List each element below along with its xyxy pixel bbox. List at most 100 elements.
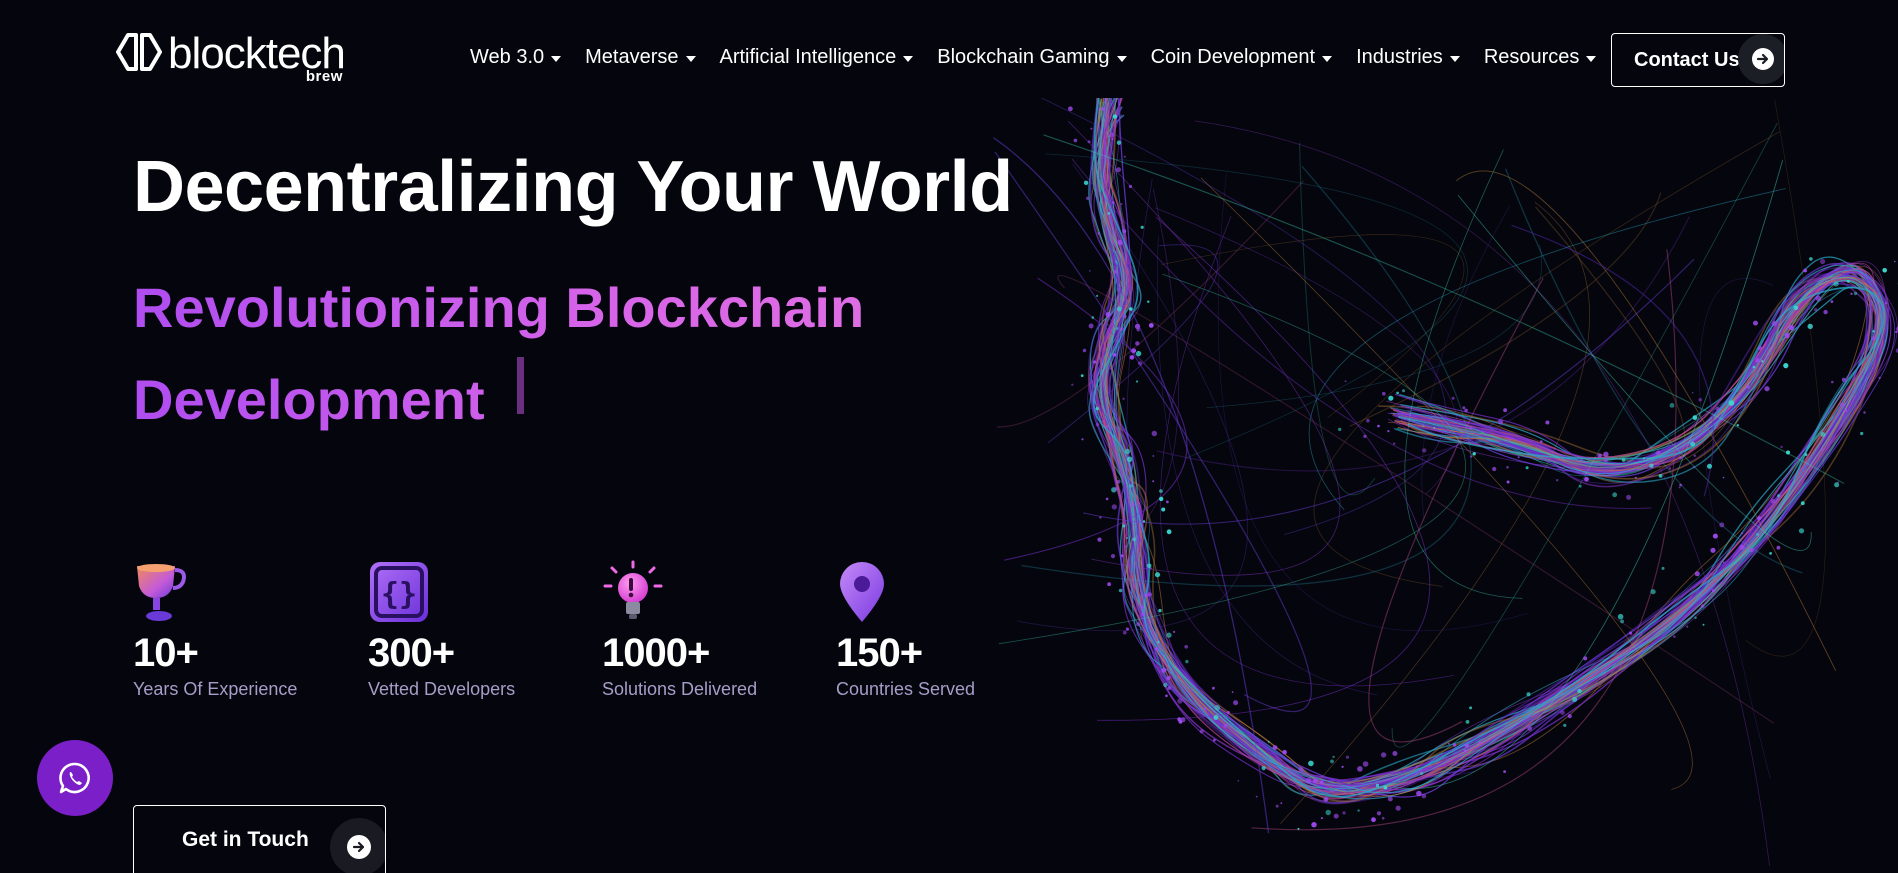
face-particle	[1577, 688, 1582, 694]
face-particle	[1694, 616, 1697, 619]
face-stray-line	[1299, 142, 1376, 496]
nav-item-coin-development[interactable]: Coin Development	[1151, 46, 1333, 69]
face-particle	[1560, 457, 1562, 460]
face-stray-line	[1368, 277, 1544, 743]
page: blocktech brew Web 3.0 Metaverse Artific…	[0, 0, 1898, 873]
face-line	[1092, 95, 1885, 798]
face-line	[1103, 98, 1878, 796]
logo-subtext: brew	[305, 68, 343, 85]
face-particle	[1712, 589, 1715, 593]
face-particle	[1850, 292, 1853, 295]
face-particle	[1136, 622, 1140, 627]
face-particle	[1820, 432, 1826, 437]
face-particle	[1603, 451, 1609, 457]
face-stray-line	[1145, 188, 1180, 520]
nav-item-industries[interactable]: Industries	[1356, 46, 1460, 69]
face-particle	[1752, 365, 1756, 369]
face-particle	[1161, 667, 1167, 673]
face-particle	[1753, 320, 1758, 326]
face-particle	[1297, 827, 1300, 830]
face-particle	[1755, 358, 1760, 363]
nav-item-artificial-intelligence[interactable]: Artificial Intelligence	[720, 46, 914, 69]
face-particle	[1116, 167, 1121, 173]
stat-value: 150+	[836, 631, 923, 675]
face-particle	[1517, 456, 1520, 459]
face-particle	[1603, 458, 1608, 463]
face-lines	[993, 95, 1898, 867]
face-particle	[1383, 785, 1388, 790]
nav-item-resources[interactable]: Resources	[1484, 46, 1597, 69]
nav-item-label: Web 3.0	[470, 46, 545, 68]
face-particle	[1793, 305, 1799, 311]
face-particle	[1123, 315, 1127, 319]
contact-us-button[interactable]: Contact Us	[1611, 33, 1785, 87]
face-particle	[1166, 632, 1172, 638]
face-particle	[1395, 805, 1401, 811]
face-stray-line	[1313, 131, 1780, 587]
face-particle	[1710, 547, 1716, 553]
face-particle	[1722, 476, 1725, 479]
face-particle	[1498, 419, 1504, 425]
face-line	[1093, 99, 1870, 792]
face-particle	[1572, 696, 1578, 703]
face-particle	[1132, 349, 1136, 353]
typing-cursor	[517, 357, 524, 414]
stat-developers: {} 300+ Vetted Developers	[368, 560, 578, 701]
face-particle	[1634, 476, 1637, 479]
face-particle	[1101, 107, 1105, 111]
face-particle	[1617, 613, 1624, 620]
face-particle	[1158, 608, 1162, 613]
stat-label: Vetted Developers	[368, 679, 516, 699]
face-particle	[1105, 312, 1111, 318]
whatsapp-chat-button[interactable]	[37, 740, 113, 816]
logo[interactable]: blocktech brew	[116, 32, 346, 85]
face-particle	[1830, 300, 1834, 303]
face-particle	[1140, 605, 1144, 609]
face-particle	[1526, 692, 1531, 697]
nav-item-blockchain-gaming[interactable]: Blockchain Gaming	[937, 46, 1127, 69]
face-particle	[1501, 449, 1503, 451]
face-particle	[1529, 714, 1532, 717]
face-particle	[1621, 458, 1626, 462]
face-particle	[1783, 363, 1789, 369]
nav-item-metaverse[interactable]: Metaverse	[585, 46, 696, 69]
code-braces-icon: {}	[370, 562, 428, 622]
face-particle	[1597, 453, 1602, 458]
face-particle	[1415, 765, 1419, 768]
face-particle	[1777, 494, 1780, 498]
face-particle	[1469, 706, 1473, 710]
face-particle	[1563, 723, 1567, 728]
face-particle	[1692, 415, 1698, 420]
face-particle	[1380, 752, 1387, 758]
face-particle	[1656, 450, 1661, 456]
face-stray-line	[1421, 206, 1510, 522]
face-particle	[1815, 295, 1821, 301]
face-particle	[1097, 537, 1102, 542]
face-particle	[1111, 504, 1117, 510]
face-particle	[1237, 780, 1240, 782]
face-particle	[1757, 345, 1763, 351]
nav-item-web3[interactable]: Web 3.0	[470, 46, 562, 69]
face-line	[1088, 95, 1883, 794]
face-particle	[1492, 466, 1497, 472]
face-particle	[1668, 467, 1672, 470]
face-particle	[1860, 431, 1864, 436]
face-particle	[1678, 486, 1681, 489]
get-in-touch-button[interactable]: Get in Touch	[133, 805, 386, 873]
hero-face-illustration	[993, 95, 1898, 867]
face-particle	[1185, 659, 1189, 664]
face-particle	[1129, 484, 1133, 488]
face-particle	[1071, 383, 1074, 386]
face-particle	[1820, 448, 1824, 452]
face-particle	[1341, 765, 1344, 768]
face-particle	[1110, 554, 1116, 559]
face-particle	[1124, 545, 1127, 548]
hero-subtitle: Revolutionizing Blockchain Development	[133, 262, 953, 446]
face-particle	[1464, 743, 1469, 748]
face-particle	[1478, 741, 1482, 745]
face-particle	[1115, 327, 1119, 330]
face-particle	[1135, 341, 1140, 346]
face-particle	[1895, 330, 1898, 334]
contact-us-label: Contact Us	[1634, 48, 1740, 71]
face-particle	[1525, 466, 1529, 470]
